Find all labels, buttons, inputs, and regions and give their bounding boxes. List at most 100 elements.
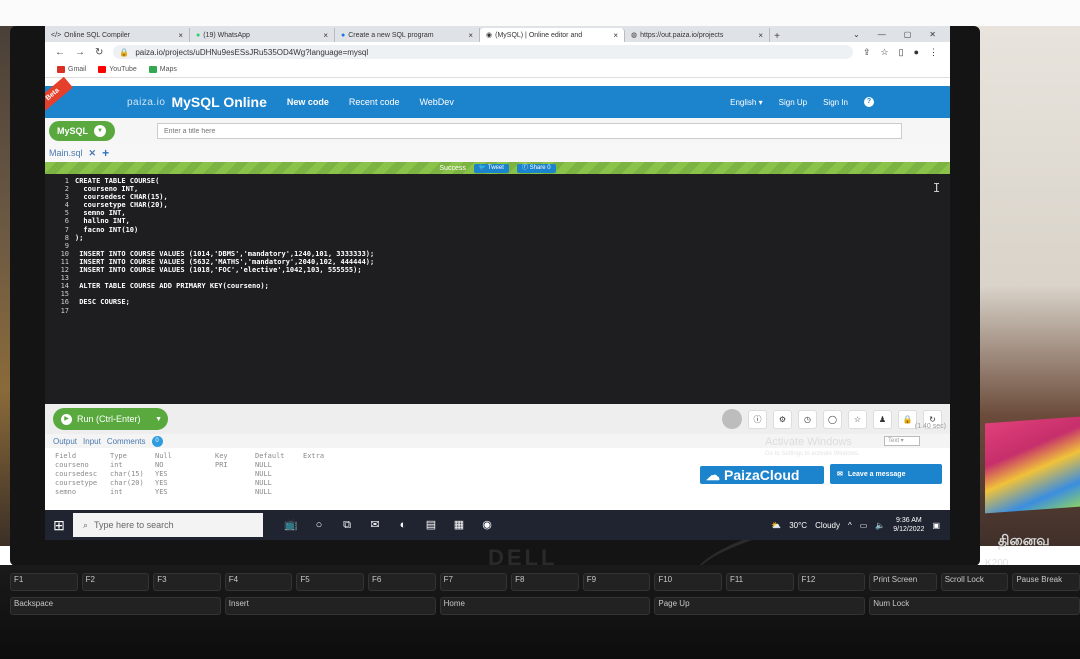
share-icon[interactable]: ⇪: [863, 47, 871, 58]
leave-message-button[interactable]: ✉ Leave a message: [830, 464, 942, 484]
settings-icon[interactable]: ⚙: [773, 409, 792, 429]
chevron-down-icon[interactable]: ▼: [155, 416, 162, 423]
chevron-down-icon[interactable]: ⌄: [853, 30, 860, 39]
mail-app-icon[interactable]: ✉: [367, 517, 383, 533]
menu-icon[interactable]: ⋮: [929, 47, 938, 58]
bookmark-youtube[interactable]: YouTube: [98, 66, 137, 73]
code-text: INSERT INTO COURSE VALUES (5632,'MATHS',…: [75, 257, 375, 266]
browser-tab-4[interactable]: ◍ https://out.paiza.io/projects ×: [625, 28, 770, 42]
share-label: Share 0: [529, 164, 551, 171]
profile-icon[interactable]: ●: [914, 47, 919, 58]
keyboard-key: F10: [654, 573, 722, 591]
github-icon[interactable]: ◯: [823, 409, 842, 429]
share-button[interactable]: ⓕ Share 0: [516, 163, 556, 173]
browser-tab-2[interactable]: ● Create a new SQL program ×: [335, 28, 480, 42]
task-view-icon[interactable]: ○: [311, 517, 327, 533]
add-file-icon[interactable]: +: [102, 146, 109, 160]
tab-comments[interactable]: Comments: [107, 437, 146, 446]
browser-tab-3[interactable]: ◉ (MySQL) | Online editor and ×: [480, 28, 625, 42]
close-icon[interactable]: ×: [468, 31, 473, 40]
sign-up-link[interactable]: Sign Up: [779, 98, 807, 107]
minimize-icon[interactable]: —: [878, 30, 886, 39]
star-icon[interactable]: ☆: [881, 47, 889, 58]
title-input[interactable]: [157, 123, 902, 139]
run-button[interactable]: ▶ Run (Ctrl-Enter) ▼: [53, 408, 168, 430]
tweet-button[interactable]: 🐦 Tweet: [473, 163, 509, 173]
code-line: 4 coursetype CHAR(20),: [45, 201, 950, 209]
chrome-icon[interactable]: ◉: [479, 517, 495, 533]
widget-icon[interactable]: 📺: [283, 517, 299, 533]
code-line: 12 INSERT INTO COURSE VALUES (1018,'FOC'…: [45, 266, 950, 274]
nav-webdev[interactable]: WebDev: [419, 97, 453, 107]
bookmark-maps[interactable]: Maps: [148, 66, 177, 73]
help-icon[interactable]: ?: [864, 97, 874, 107]
store-icon[interactable]: ▦: [451, 517, 467, 533]
tab-label: (MySQL) | Online editor and: [495, 31, 583, 39]
blue-dot-icon: ●: [341, 31, 346, 39]
taskbar-search[interactable]: ⌕ Type here to search: [73, 513, 263, 537]
sidepanel-icon[interactable]: ▯: [899, 47, 904, 58]
output-header-cell: Field: [55, 452, 77, 460]
volume-icon[interactable]: 🔈: [875, 521, 885, 530]
line-number: 14: [60, 282, 69, 291]
close-icon[interactable]: ×: [613, 31, 618, 40]
whatsapp-icon: ●: [196, 31, 201, 39]
new-tab-button[interactable]: +: [770, 31, 784, 42]
laptop-screen: </> Online SQL Compiler × ● (19) WhatsAp…: [45, 26, 950, 540]
youtube-icon: [98, 66, 107, 73]
language-button[interactable]: MySQL ▼: [49, 121, 115, 141]
tray-chevron-icon[interactable]: ^: [848, 521, 852, 530]
nav-new-code[interactable]: New code: [287, 97, 329, 107]
code-text: coursetype CHAR(20),: [75, 201, 168, 210]
clock[interactable]: 9:36 AM 9/12/2022: [893, 516, 924, 534]
gmail-icon: [57, 66, 65, 73]
file-tab-main[interactable]: Main.sql: [49, 148, 83, 158]
weather-temp[interactable]: 30°C: [789, 521, 807, 530]
file-explorer-icon[interactable]: ▤: [423, 517, 439, 533]
close-icon[interactable]: ×: [178, 31, 183, 40]
nav-recent-code[interactable]: Recent code: [349, 97, 400, 107]
paiza-logo[interactable]: paiza.io: [127, 97, 165, 108]
output-cell: [303, 488, 343, 497]
browser-tab-1[interactable]: ● (19) WhatsApp ×: [190, 28, 335, 42]
output-format-select[interactable]: Text ▾: [884, 436, 920, 446]
restore-icon[interactable]: ▢: [904, 30, 912, 39]
windows-start-icon[interactable]: ⊞: [45, 510, 73, 540]
output-cell: [215, 479, 255, 488]
code-line: 7 facno INT(10): [45, 226, 950, 234]
keyboard-key: F5: [296, 573, 364, 591]
nav-right: English ▾ Sign Up Sign In ?: [730, 97, 950, 107]
network-icon[interactable]: ▭: [860, 521, 868, 530]
paizacloud-banner[interactable]: ☁ PaizaCloud: [700, 466, 824, 484]
close-window-icon[interactable]: ✕: [929, 30, 936, 39]
notification-icon[interactable]: ▣: [932, 521, 940, 530]
address-bar[interactable]: 🔒 paiza.io/projects/uDHNu9esESsJRu535OD4…: [113, 45, 853, 59]
sign-in-link[interactable]: Sign In: [823, 98, 848, 107]
close-icon[interactable]: ×: [323, 31, 328, 40]
code-editor[interactable]: I 1 CREATE TABLE COURSE(2 courseno INT, 3 …: [45, 174, 950, 404]
forward-icon[interactable]: →: [75, 47, 85, 58]
tab-input[interactable]: Input: [83, 437, 101, 446]
bookmark-gmail[interactable]: Gmail: [57, 66, 86, 73]
line-number: 13: [60, 274, 69, 283]
edge-icon[interactable]: ◐: [395, 517, 411, 533]
browser-tab-0[interactable]: </> Online SQL Compiler ×: [45, 28, 190, 42]
timer-icon[interactable]: ◷: [798, 409, 817, 429]
code-text: CREATE TABLE COURSE(: [75, 177, 160, 185]
close-icon[interactable]: ✕: [89, 148, 97, 159]
url-text: paiza.io/projects/uDHNu9esESsJRu535OD4Wg…: [135, 47, 369, 57]
avatar[interactable]: [722, 409, 742, 429]
book-title: தினைவ: [998, 532, 1050, 548]
people-icon[interactable]: ♟: [873, 409, 892, 429]
language-select[interactable]: English ▾: [730, 98, 762, 107]
close-icon[interactable]: ×: [758, 31, 763, 40]
task-switch-icon[interactable]: ⧉: [339, 517, 355, 533]
info-icon[interactable]: ⓘ: [748, 409, 767, 429]
star-icon[interactable]: ☆: [848, 409, 867, 429]
line-number: 8: [64, 233, 69, 242]
activate-windows-watermark: Activate Windows: [765, 436, 852, 448]
tab-output[interactable]: Output: [53, 437, 77, 446]
reload-icon[interactable]: ↻: [95, 47, 103, 58]
activate-windows-subtext: Go to Settings to activate Windows.: [765, 451, 860, 457]
back-icon[interactable]: ←: [55, 47, 65, 58]
